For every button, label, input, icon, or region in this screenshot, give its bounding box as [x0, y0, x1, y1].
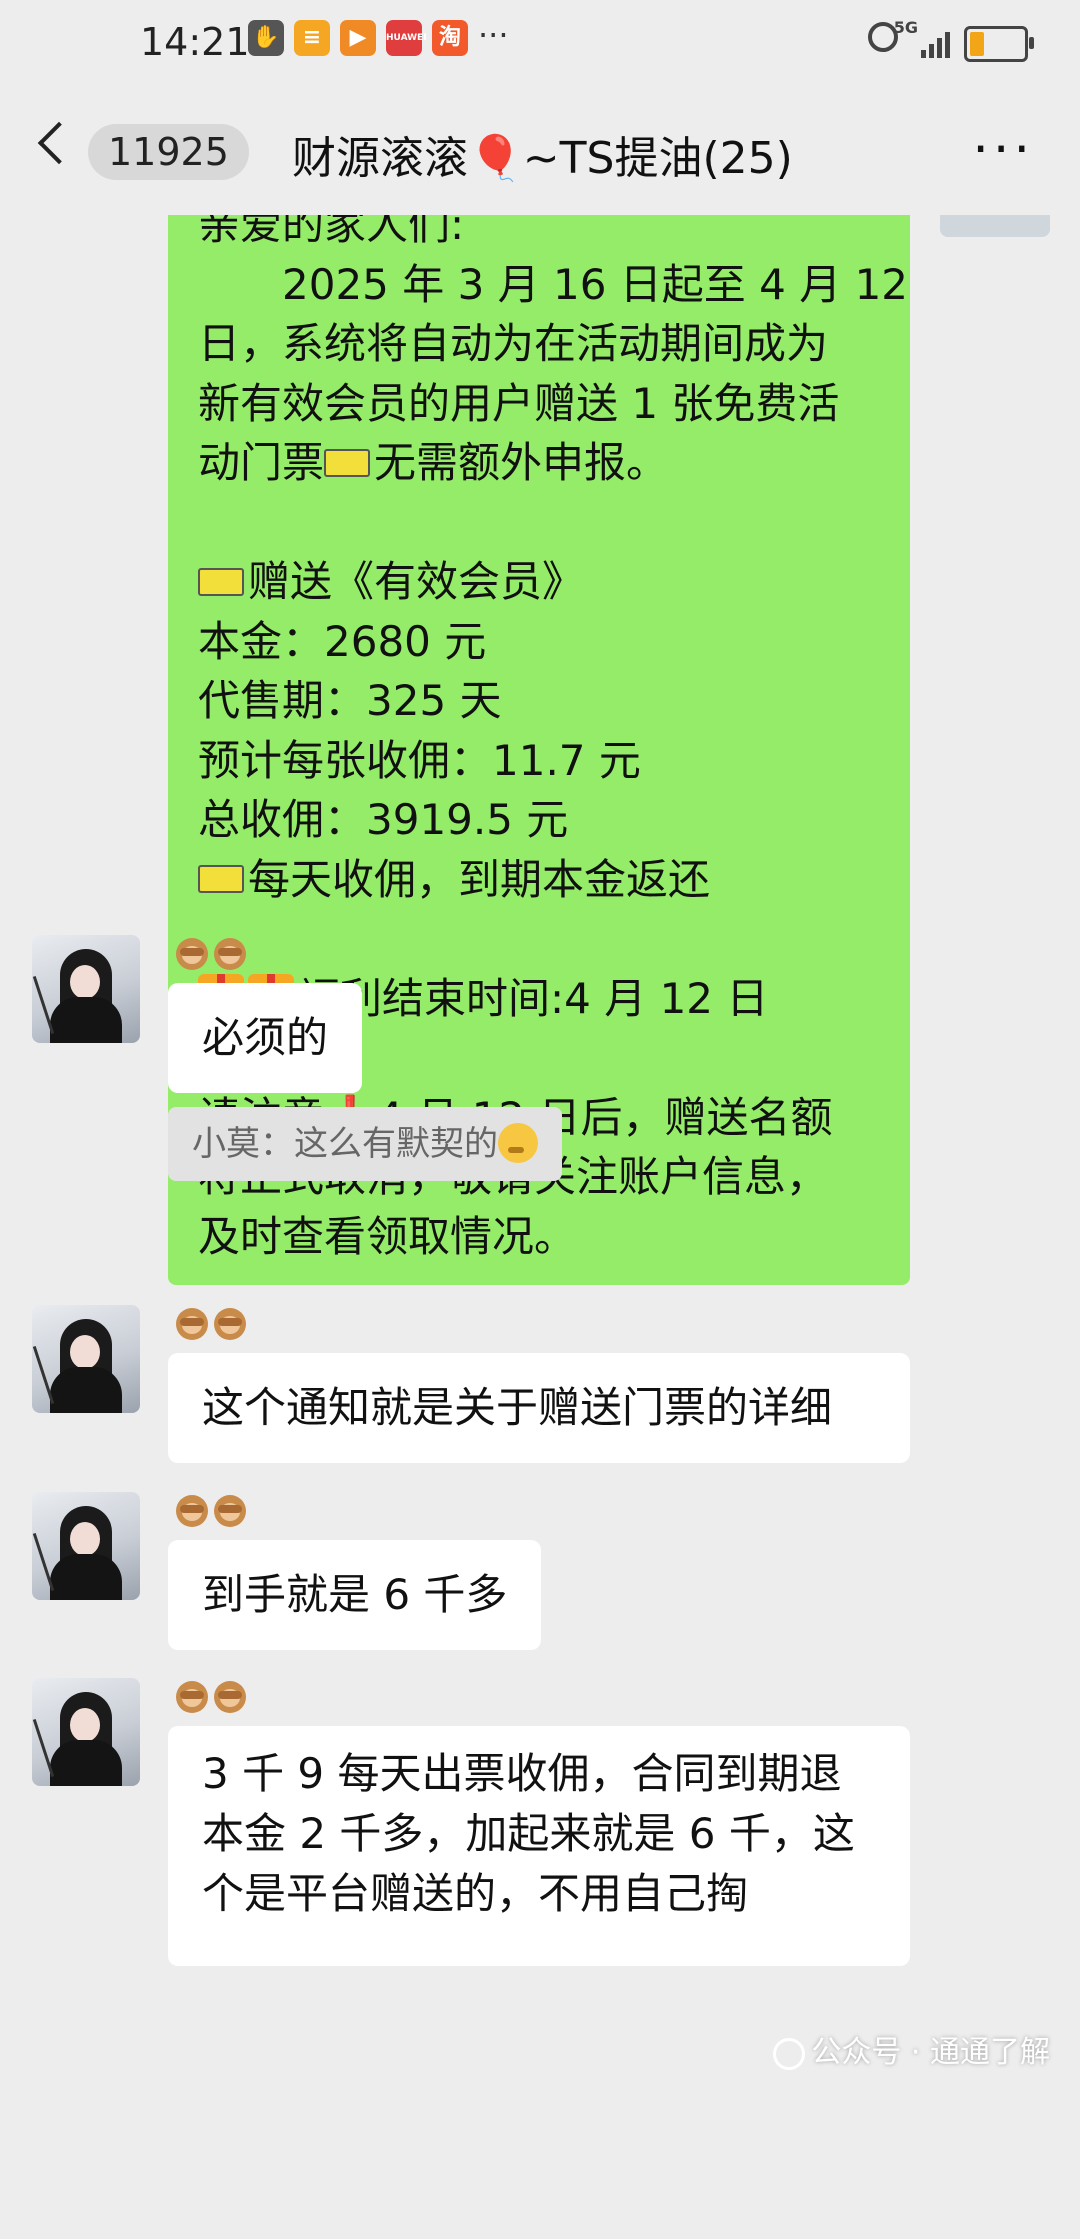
avatar[interactable]: [32, 935, 140, 1043]
notice-line-text: 福利结束时间:4 月 12 日: [298, 973, 769, 1023]
notice-line: 预计每张收佣：11.7 元: [198, 735, 641, 785]
wechat-official-icon: [773, 2037, 806, 2070]
taobao-icon: 淘: [432, 20, 468, 56]
message-bubble[interactable]: 到手就是 6 千多: [168, 1540, 542, 1650]
avatar[interactable]: [940, 215, 1050, 237]
signal-icon: [921, 28, 950, 58]
notice-line-part: 无需额外申报。: [374, 438, 669, 487]
notice-line: 代售期：325 天: [198, 676, 502, 725]
monkey-icon: [214, 938, 246, 970]
notice-line: 总收佣：3919.5 元: [198, 795, 569, 844]
watermark-text: 公众号 · 通通了解: [811, 2035, 1050, 2070]
sender-nickname: [176, 938, 252, 974]
huawei-icon: HUAWEI: [386, 20, 427, 56]
sender-nickname: [176, 1681, 252, 1717]
app-orange-icon: ≡: [294, 20, 330, 56]
notice-line: 每天收佣，到期本金返还: [198, 850, 880, 910]
avatar[interactable]: [32, 1305, 140, 1413]
monkey-icon: [176, 1681, 208, 1713]
sender-nickname: [176, 1308, 252, 1344]
hand-icon: ✋: [248, 20, 284, 56]
notice-line: 本金：2680 元: [198, 616, 487, 666]
notice-line-text: 赠送《有效会员》: [248, 557, 585, 606]
message-bubble[interactable]: 必须的: [168, 983, 363, 1093]
ticket-icon: [198, 567, 244, 596]
unread-count-badge[interactable]: 11925: [88, 124, 249, 180]
watermark: 公众号 · 通通了解: [773, 2027, 1050, 2071]
status-more-icon: ···: [478, 16, 509, 54]
avatar[interactable]: [32, 1492, 140, 1600]
message-bubble[interactable]: 这个通知就是关于赠送门票的详细: [168, 1353, 910, 1463]
notice-line: 日，系统将自动为在活动期间成为: [198, 319, 829, 368]
system-message: 小莫：这么有默契的: [168, 1107, 562, 1181]
status-time: 14:21: [140, 20, 250, 64]
notice-line-part: 动门票: [198, 438, 325, 487]
monkey-icon: [214, 1681, 246, 1713]
message-bubble[interactable]: 3 千 9 每天出票收佣，合同到期退 本金 2 千多，加起来就是 6 千，这 个…: [168, 1726, 910, 1966]
back-icon[interactable]: [37, 121, 81, 165]
chat-area[interactable]: 亲爱的家人们: 2025 年 3 月 16 日起至 4 月 12 日，系统将自动…: [0, 215, 1080, 2239]
ticket-icon: [324, 448, 371, 477]
monkey-icon: [214, 1495, 246, 1527]
notice-line: 新有效会员的用户赠送 1 张免费活: [198, 378, 840, 428]
notice-line: 亲爱的家人们:: [198, 215, 465, 249]
avatar[interactable]: [32, 1678, 140, 1786]
chat-title: 财源滚滚🎈~TS提油(25): [292, 133, 793, 184]
thinking-face-icon: [498, 1122, 538, 1163]
notice-line: 2025 年 3 月 16 日起至 4 月 12: [198, 259, 909, 309]
notice-line-text: 每天收佣，到期本金返还: [248, 854, 711, 904]
monkey-icon: [176, 938, 208, 970]
notice-line: 赠送《有效会员》: [198, 552, 880, 612]
monkey-icon: [214, 1308, 246, 1340]
monkey-icon: [176, 1495, 208, 1527]
more-options-button[interactable]: ···: [972, 124, 1034, 176]
video-icon: ▶: [340, 20, 376, 56]
network-label: 5G: [893, 18, 918, 37]
chat-header: 11925 财源滚滚🎈~TS提油(25) ···: [0, 90, 1080, 215]
message-line: 本金 2 千多，加起来就是 6 千，这: [202, 1809, 855, 1858]
message-line: 个是平台赠送的，不用自己掏: [202, 1869, 749, 1918]
monkey-icon: [176, 1308, 208, 1340]
status-bar: 14:21 ✋ ≡ ▶ HUAWEI 淘 ··· 5G: [0, 0, 1080, 90]
ticket-icon: [198, 865, 244, 893]
notice-line: 动门票 无需额外申报。: [198, 433, 880, 493]
battery-icon: [964, 26, 1034, 62]
notice-line: 及时查看领取情况。: [198, 1211, 577, 1261]
system-message-text: 小莫：这么有默契的: [192, 1124, 498, 1164]
sender-nickname: [176, 1495, 252, 1531]
message-line: 3 千 9 每天出票收佣，合同到期退: [202, 1749, 842, 1798]
